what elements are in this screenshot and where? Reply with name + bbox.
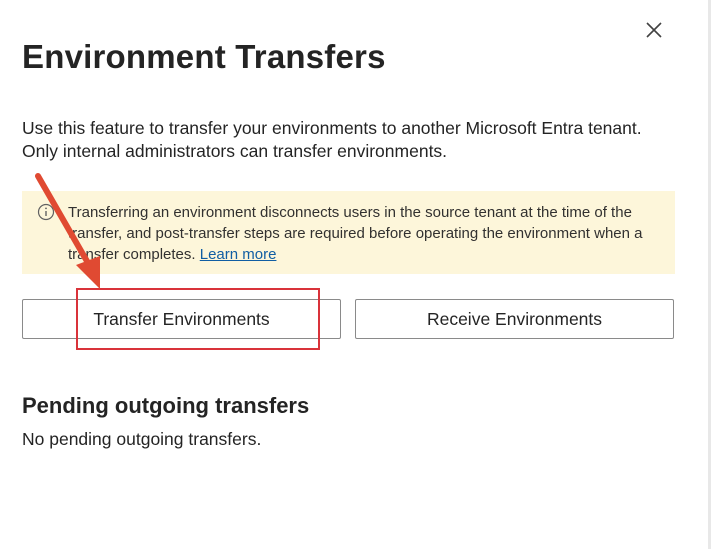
panel-description: Use this feature to transfer your enviro… (22, 118, 642, 161)
close-icon (646, 22, 662, 38)
transfer-environments-button[interactable]: Transfer Environments (22, 299, 341, 339)
close-button[interactable] (640, 16, 668, 44)
warning-message-bar: Transferring an environment disconnects … (22, 191, 675, 274)
pending-transfers-empty: No pending outgoing transfers. (22, 429, 262, 449)
info-icon (37, 203, 55, 221)
page-title: Environment Transfers (22, 38, 386, 75)
pending-transfers-heading: Pending outgoing transfers (22, 393, 310, 418)
receive-environments-button[interactable]: Receive Environments (355, 299, 674, 339)
annotation-arrow (35, 173, 100, 289)
warning-text: Transferring an environment disconnects … (68, 202, 668, 265)
learn-more-link[interactable]: Learn more (200, 246, 277, 263)
warning-body: Transferring an environment disconnects … (68, 204, 643, 263)
